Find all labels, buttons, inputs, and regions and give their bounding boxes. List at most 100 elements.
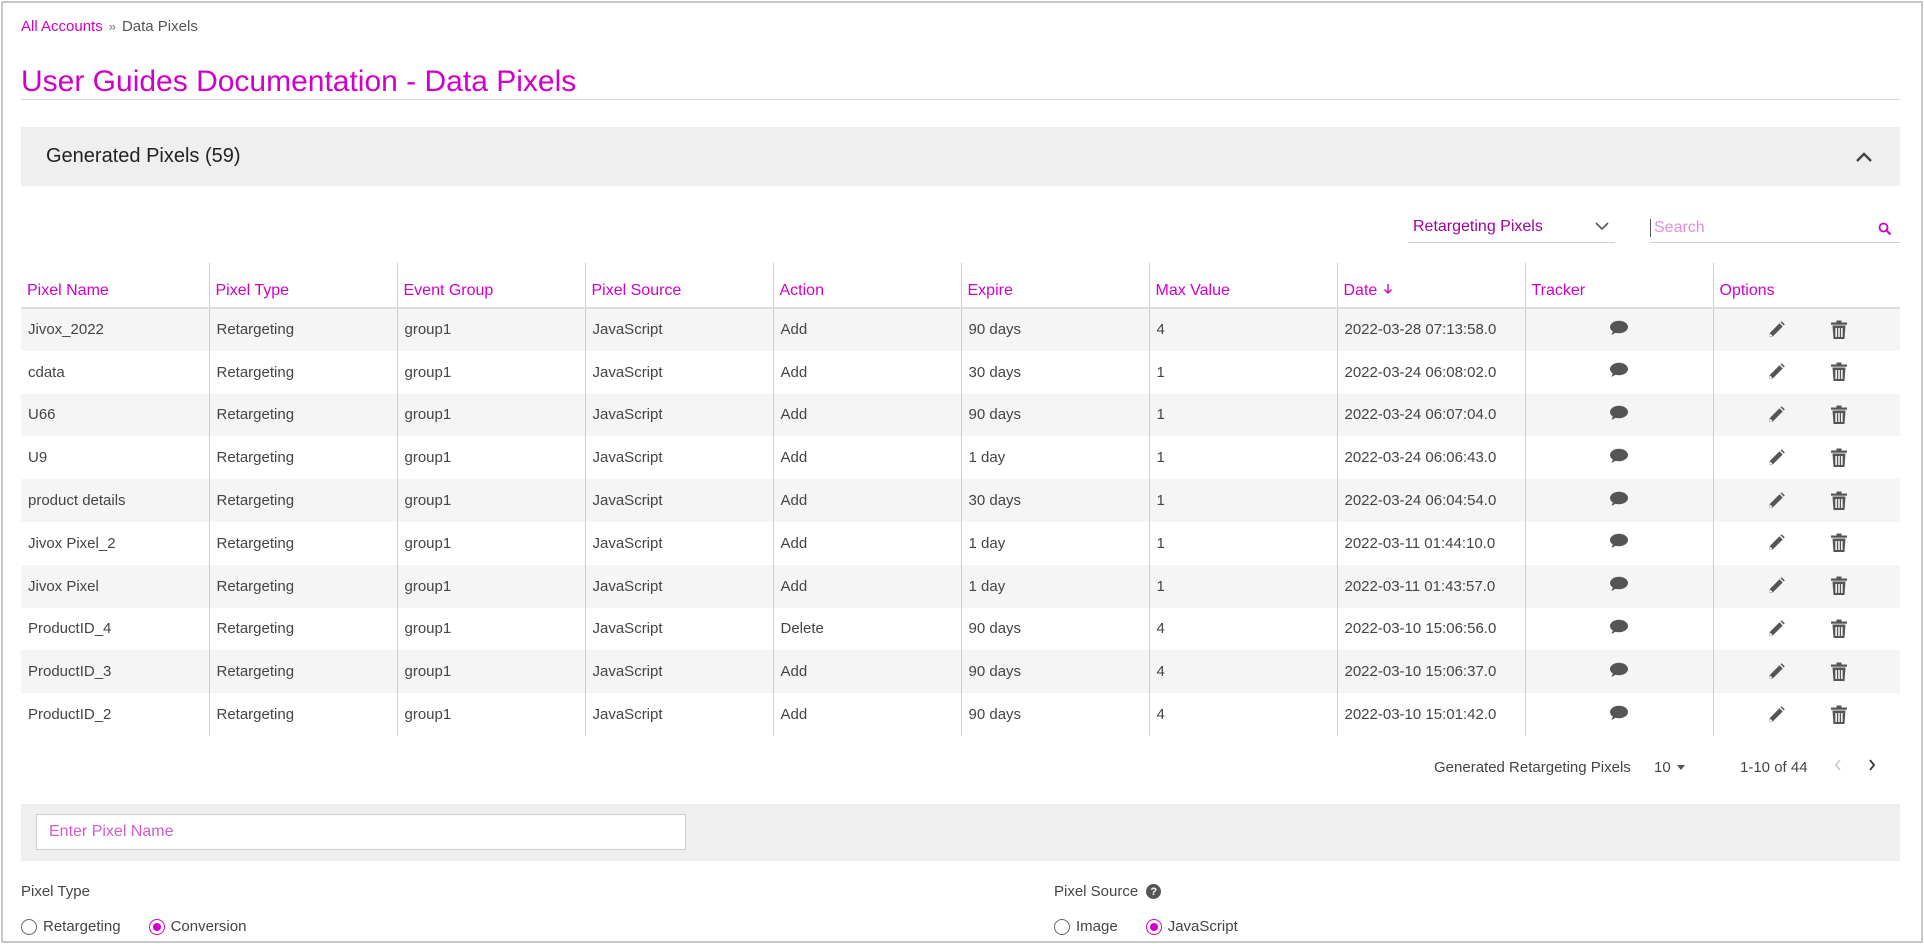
table-row[interactable]: ProductID_3 Retargeting group1 JavaScript Ad… <box>21 650 1900 694</box>
comment-icon[interactable] <box>1609 619 1629 635</box>
action-cell: Add <box>773 479 962 522</box>
pencil-icon[interactable] <box>1766 576 1786 596</box>
event-group-cell: group1 <box>397 308 586 351</box>
pencil-icon[interactable] <box>1766 362 1786 382</box>
max-value-cell: 4 <box>1149 650 1338 694</box>
table-row[interactable]: ProductID_2 Retargeting group1 JavaScript Ad… <box>21 693 1900 736</box>
comment-icon[interactable] <box>1609 705 1629 721</box>
pencil-icon[interactable] <box>1766 662 1786 682</box>
trash-icon[interactable] <box>1830 320 1848 340</box>
table-row[interactable]: Jivox Pixel Retargeting group1 JavaScript Ad… <box>21 564 1900 608</box>
chevron-right-icon[interactable] <box>1867 757 1877 777</box>
radio-option-javascript[interactable]: JavaScript <box>1145 918 1238 935</box>
radio-option-conversion[interactable]: Conversion <box>148 918 246 935</box>
pixel-source-cell: JavaScript <box>585 521 774 565</box>
trash-icon[interactable] <box>1830 576 1848 596</box>
max-value-cell: 4 <box>1149 693 1338 736</box>
col-header-tracker: Tracker <box>1525 263 1714 309</box>
pixel-name-input[interactable] <box>36 814 686 850</box>
expire-cell: 1 day <box>961 521 1150 565</box>
tracker-cell <box>1525 564 1714 608</box>
pencil-icon[interactable] <box>1766 491 1786 511</box>
pixel-type-filter-select[interactable]: Retargeting Pixels <box>1408 211 1615 243</box>
breadcrumb-all-accounts-link[interactable]: All Accounts <box>21 18 103 35</box>
col-header-pixel-source[interactable]: Pixel Source <box>585 263 774 309</box>
options-cell <box>1713 650 1900 693</box>
pencil-icon[interactable] <box>1766 533 1786 553</box>
options-cell <box>1713 351 1900 394</box>
breadcrumb: All Accounts » Data Pixels <box>21 18 198 35</box>
event-group-cell: group1 <box>397 436 586 480</box>
col-header-pixel-type[interactable]: Pixel Type <box>209 263 398 309</box>
comment-icon[interactable] <box>1609 662 1629 678</box>
trash-icon[interactable] <box>1830 533 1848 553</box>
trash-icon[interactable] <box>1830 491 1848 511</box>
pencil-icon[interactable] <box>1766 448 1786 468</box>
radio-option-retargeting[interactable]: Retargeting <box>21 918 121 935</box>
pixel-name-cell: product details <box>21 479 210 522</box>
col-header-pixel-name[interactable]: Pixel Name <box>21 263 210 309</box>
pagination-range: 1-10 of 44 <box>1740 759 1808 776</box>
generated-pixels-section-header[interactable]: Generated Pixels (59) <box>21 127 1900 186</box>
radio-button-selected[interactable] <box>148 918 165 935</box>
date-cell: 2022-03-10 15:06:37.0 <box>1337 650 1526 694</box>
chevron-left-icon[interactable] <box>1833 757 1843 777</box>
table-row[interactable]: Jivox_2022 Retargeting group1 JavaScript Add… <box>21 308 1900 351</box>
trash-icon[interactable] <box>1830 362 1848 382</box>
max-value-cell: 1 <box>1149 564 1338 608</box>
table-row[interactable]: product details Retargeting group1 JavaScri… <box>21 479 1900 522</box>
table-row[interactable]: ProductID_4 Retargeting group1 JavaScript De… <box>21 607 1900 651</box>
col-header-max-value[interactable]: Max Value <box>1149 263 1338 309</box>
trash-icon[interactable] <box>1830 662 1848 682</box>
trash-icon[interactable] <box>1830 405 1848 425</box>
comment-icon[interactable] <box>1609 362 1629 378</box>
chevron-down-icon <box>1594 218 1610 236</box>
pixel-source-cell: JavaScript <box>585 393 774 437</box>
col-header-expire[interactable]: Expire <box>961 263 1150 309</box>
pencil-icon[interactable] <box>1766 405 1786 425</box>
event-group-cell: group1 <box>397 521 586 565</box>
comment-icon[interactable] <box>1609 320 1629 336</box>
pixel-name-cell: ProductID_3 <box>21 650 210 694</box>
comment-icon[interactable] <box>1609 405 1629 421</box>
radio-button[interactable] <box>1054 918 1070 935</box>
event-group-cell: group1 <box>397 393 586 437</box>
col-header-event-group[interactable]: Event Group <box>397 263 586 309</box>
pencil-icon[interactable] <box>1766 320 1786 340</box>
row-actions <box>1721 533 1894 553</box>
search-input[interactable] <box>1650 218 1870 237</box>
row-actions <box>1721 662 1894 682</box>
expire-cell: 90 days <box>961 393 1150 437</box>
pixel-name-cell: U66 <box>21 393 210 437</box>
table-row[interactable]: Jivox Pixel_2 Retargeting group1 JavaScript… <box>21 521 1900 565</box>
radio-button-selected[interactable] <box>1145 918 1162 935</box>
pencil-icon[interactable] <box>1766 619 1786 639</box>
action-cell: Add <box>773 436 962 480</box>
comment-icon[interactable] <box>1609 448 1629 464</box>
event-group-cell: group1 <box>397 607 586 651</box>
pixel-type-radio-group: Retargeting Conversion <box>21 918 274 935</box>
pencil-icon[interactable] <box>1766 705 1786 725</box>
radio-option-image[interactable]: Image <box>1054 918 1118 935</box>
page-size-select[interactable]: 10 <box>1654 759 1685 776</box>
col-header-date[interactable]: Date <box>1337 263 1526 309</box>
chevron-up-icon[interactable] <box>1853 146 1875 168</box>
pixel-name-cell: ProductID_4 <box>21 607 210 651</box>
trash-icon[interactable] <box>1830 705 1848 725</box>
table-row[interactable]: U9 Retargeting group1 JavaScript Add 1 day 1 20… <box>21 436 1900 480</box>
table-row[interactable]: cdata Retargeting group1 JavaScript Add 30 da… <box>21 350 1900 394</box>
comment-icon[interactable] <box>1609 533 1629 549</box>
comment-icon[interactable] <box>1609 491 1629 507</box>
pixel-type-label: Pixel Type <box>21 883 90 900</box>
pixel-name-cell: U9 <box>21 436 210 480</box>
trash-icon[interactable] <box>1830 448 1848 468</box>
table-row[interactable]: U66 Retargeting group1 JavaScript Add 90 days… <box>21 393 1900 437</box>
col-header-action[interactable]: Action <box>773 263 962 309</box>
trash-icon[interactable] <box>1830 619 1848 639</box>
search-icon[interactable] <box>1878 222 1892 241</box>
page-title: User Guides Documentation - Data Pixels <box>21 65 577 98</box>
help-icon[interactable]: ? <box>1146 884 1162 899</box>
event-group-cell: group1 <box>397 350 586 394</box>
comment-icon[interactable] <box>1609 576 1629 592</box>
radio-button[interactable] <box>21 918 37 935</box>
